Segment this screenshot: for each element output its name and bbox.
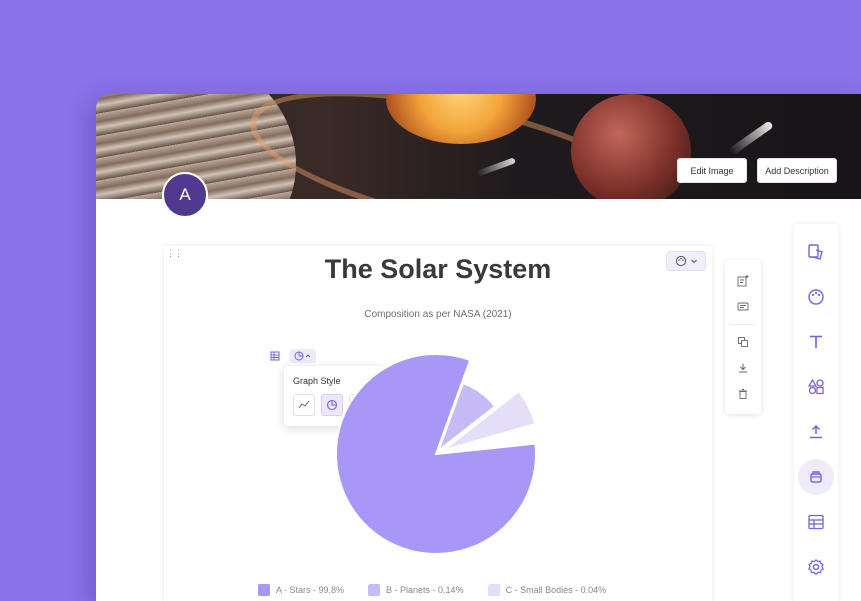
- rail-settings-button[interactable]: [798, 549, 834, 585]
- comment-icon: [737, 302, 749, 311]
- rail-shapes-button[interactable]: [798, 369, 834, 405]
- comment-button[interactable]: [730, 294, 756, 320]
- line-chart-icon: [298, 400, 310, 409]
- add-description-button[interactable]: Add Description: [757, 158, 837, 183]
- chart-subtitle: Composition as per NASA (2021): [364, 309, 512, 320]
- rail-sticker-button[interactable]: [798, 459, 834, 495]
- edit-image-button[interactable]: Edit Image: [677, 158, 747, 183]
- rail-layout-button[interactable]: [798, 234, 834, 270]
- duplicate-button[interactable]: [730, 329, 756, 355]
- sticker-icon: [810, 471, 822, 483]
- rail-palette-button[interactable]: [798, 279, 834, 315]
- delete-icon: [739, 389, 747, 399]
- layout-icon: [808, 244, 823, 260]
- duplicate-icon: [738, 337, 748, 347]
- legend-label: C - Small Bodies - 0.04%: [505, 585, 607, 595]
- pie-chart: [335, 353, 537, 555]
- rail-upload-button[interactable]: [798, 414, 834, 450]
- banner-mars: [571, 94, 691, 199]
- settings-icon: [807, 558, 825, 576]
- cover-banner: Edit Image Add Description: [96, 94, 861, 199]
- pie-chart-icon: [294, 351, 311, 361]
- legend-item[interactable]: B - Planets - 0.14%: [368, 584, 464, 596]
- toolbar-divider: [730, 324, 756, 325]
- rail-text-button[interactable]: [798, 324, 834, 360]
- avatar[interactable]: A: [162, 172, 208, 218]
- palette-icon: [675, 255, 687, 267]
- table-view-button[interactable]: [266, 349, 284, 363]
- block-toolbar: [725, 260, 761, 414]
- text-icon: [810, 335, 822, 348]
- pie-slice-stars[interactable]: [335, 353, 537, 555]
- add-note-button[interactable]: [730, 268, 756, 294]
- chart-mini-toolbar: [266, 349, 316, 363]
- add-note-icon: [737, 275, 749, 287]
- grid-layout-icon: [808, 514, 824, 530]
- editor-window: Edit Image Add Description A ⋮⋮ The Sola…: [96, 94, 861, 601]
- legend-item[interactable]: A - Stars - 99.8%: [258, 584, 344, 596]
- banner-comet: [728, 120, 774, 156]
- chart-legend: A - Stars - 99.8% B - Planets - 0.14% C …: [258, 584, 606, 596]
- delete-button[interactable]: [730, 381, 756, 407]
- right-tool-rail: [794, 224, 838, 601]
- legend-swatch: [368, 584, 381, 596]
- line-chart-option[interactable]: [293, 394, 315, 416]
- rail-grid-layout-button[interactable]: [798, 504, 834, 540]
- graph-style-toggle[interactable]: [290, 349, 316, 363]
- chart-color-button[interactable]: [666, 251, 706, 271]
- upload-icon: [810, 424, 822, 439]
- shapes-icon: [807, 378, 824, 395]
- download-button[interactable]: [730, 355, 756, 381]
- palette-icon: [808, 289, 824, 305]
- legend-label: B - Planets - 0.14%: [386, 585, 464, 595]
- legend-swatch: [487, 584, 500, 596]
- chevron-down-icon: [690, 257, 698, 265]
- legend-swatch: [258, 584, 270, 596]
- legend-item[interactable]: C - Small Bodies - 0.04%: [487, 584, 607, 596]
- chart-title: The Solar System: [324, 254, 552, 284]
- table-icon: [270, 351, 280, 361]
- drag-handle-icon[interactable]: ⋮⋮: [166, 248, 183, 259]
- download-icon: [739, 363, 747, 373]
- legend-label: A - Stars - 99.8%: [276, 585, 345, 595]
